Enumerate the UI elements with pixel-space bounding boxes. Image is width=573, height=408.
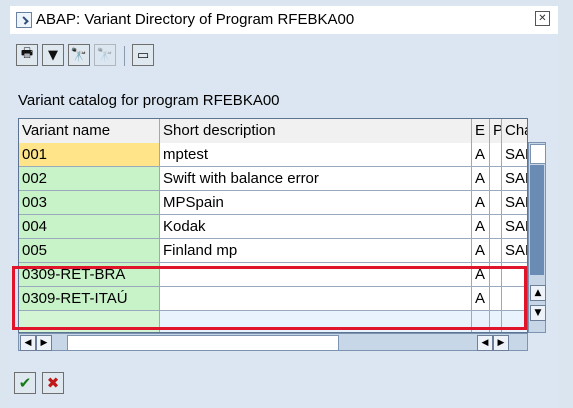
- cell-description: MPSpain: [160, 191, 472, 215]
- table-row[interactable]: 005 Finland mp A SAP: [19, 239, 527, 263]
- col-cha[interactable]: Cha: [502, 119, 527, 143]
- scroll-right-icon[interactable]: ▶: [493, 335, 509, 351]
- cell-p: [490, 143, 502, 167]
- h-scroll-thumb[interactable]: [67, 335, 339, 351]
- scroll-right-icon[interactable]: ▶: [36, 335, 52, 351]
- cell-e: A: [472, 191, 490, 215]
- col-short-description[interactable]: Short description: [160, 119, 472, 143]
- catalog-label: Variant catalog for program RFEBKA00: [18, 92, 280, 109]
- filter-icon[interactable]: ▼: [42, 44, 64, 66]
- cell-cha: SAP: [502, 143, 527, 167]
- find-next-icon[interactable]: 🔭: [94, 44, 116, 66]
- print-icon[interactable]: 🖶: [16, 44, 38, 66]
- cell-variant-name[interactable]: 003: [19, 191, 160, 215]
- table-header: Variant name Short description E P Cha: [19, 119, 527, 144]
- cancel-icon[interactable]: ✖: [42, 372, 64, 394]
- cell-cha: SAP: [502, 239, 527, 263]
- cell-description: Swift with balance error: [160, 167, 472, 191]
- scroll-track[interactable]: [530, 165, 544, 275]
- scroll-up-icon[interactable]: ▲: [530, 285, 546, 301]
- col-e[interactable]: E: [472, 119, 490, 143]
- cell-cha: SAP: [502, 215, 527, 239]
- col-variant-name[interactable]: Variant name: [19, 119, 160, 143]
- close-icon[interactable]: ✕: [535, 11, 550, 26]
- scroll-left-icon[interactable]: ◀: [20, 335, 36, 351]
- toolbar-separator: [124, 46, 125, 66]
- cell-p: [490, 191, 502, 215]
- vertical-scrollbar[interactable]: ▲ ▼: [528, 142, 546, 333]
- cell-e: A: [472, 143, 490, 167]
- table-row[interactable]: 004 Kodak A SAP: [19, 215, 527, 239]
- cell-variant-name[interactable]: 001: [19, 143, 160, 167]
- find-icon[interactable]: 🔭: [68, 44, 90, 66]
- local-file-icon[interactable]: ▭: [132, 44, 154, 66]
- cell-cha: SAP: [502, 191, 527, 215]
- cell-e: A: [472, 215, 490, 239]
- cell-p: [490, 215, 502, 239]
- cell-description: Kodak: [160, 215, 472, 239]
- cell-variant-name[interactable]: 004: [19, 215, 160, 239]
- table-row[interactable]: 001 mptest A SAP: [19, 143, 527, 167]
- cell-description: Finland mp: [160, 239, 472, 263]
- scroll-left-icon[interactable]: ◀: [477, 335, 493, 351]
- ok-icon[interactable]: ✔: [14, 372, 36, 394]
- scroll-down-icon[interactable]: ▼: [530, 305, 546, 321]
- table-row[interactable]: 002 Swift with balance error A SAP: [19, 167, 527, 191]
- scroll-thumb[interactable]: [530, 144, 546, 164]
- title-bar: ABAP: Variant Directory of Program RFEBK…: [10, 6, 558, 35]
- cell-variant-name[interactable]: 005: [19, 239, 160, 263]
- highlight-box: [12, 266, 527, 330]
- toolbar: 🖶 ▼ 🔭 🔭 ▭: [10, 40, 558, 70]
- window-title: ABAP: Variant Directory of Program RFEBK…: [36, 11, 355, 28]
- cell-variant-name[interactable]: 002: [19, 167, 160, 191]
- cell-e: A: [472, 239, 490, 263]
- window-icon: [16, 12, 32, 28]
- horizontal-scrollbar[interactable]: ◀ ▶ ◀ ▶: [18, 333, 528, 351]
- table-row[interactable]: 003 MPSpain A SAP: [19, 191, 527, 215]
- cell-cha: SAP: [502, 167, 527, 191]
- col-p[interactable]: P: [490, 119, 502, 143]
- cell-p: [490, 167, 502, 191]
- dialog-window: ABAP: Variant Directory of Program RFEBK…: [0, 0, 573, 408]
- cell-e: A: [472, 167, 490, 191]
- cell-p: [490, 239, 502, 263]
- cell-description: mptest: [160, 143, 472, 167]
